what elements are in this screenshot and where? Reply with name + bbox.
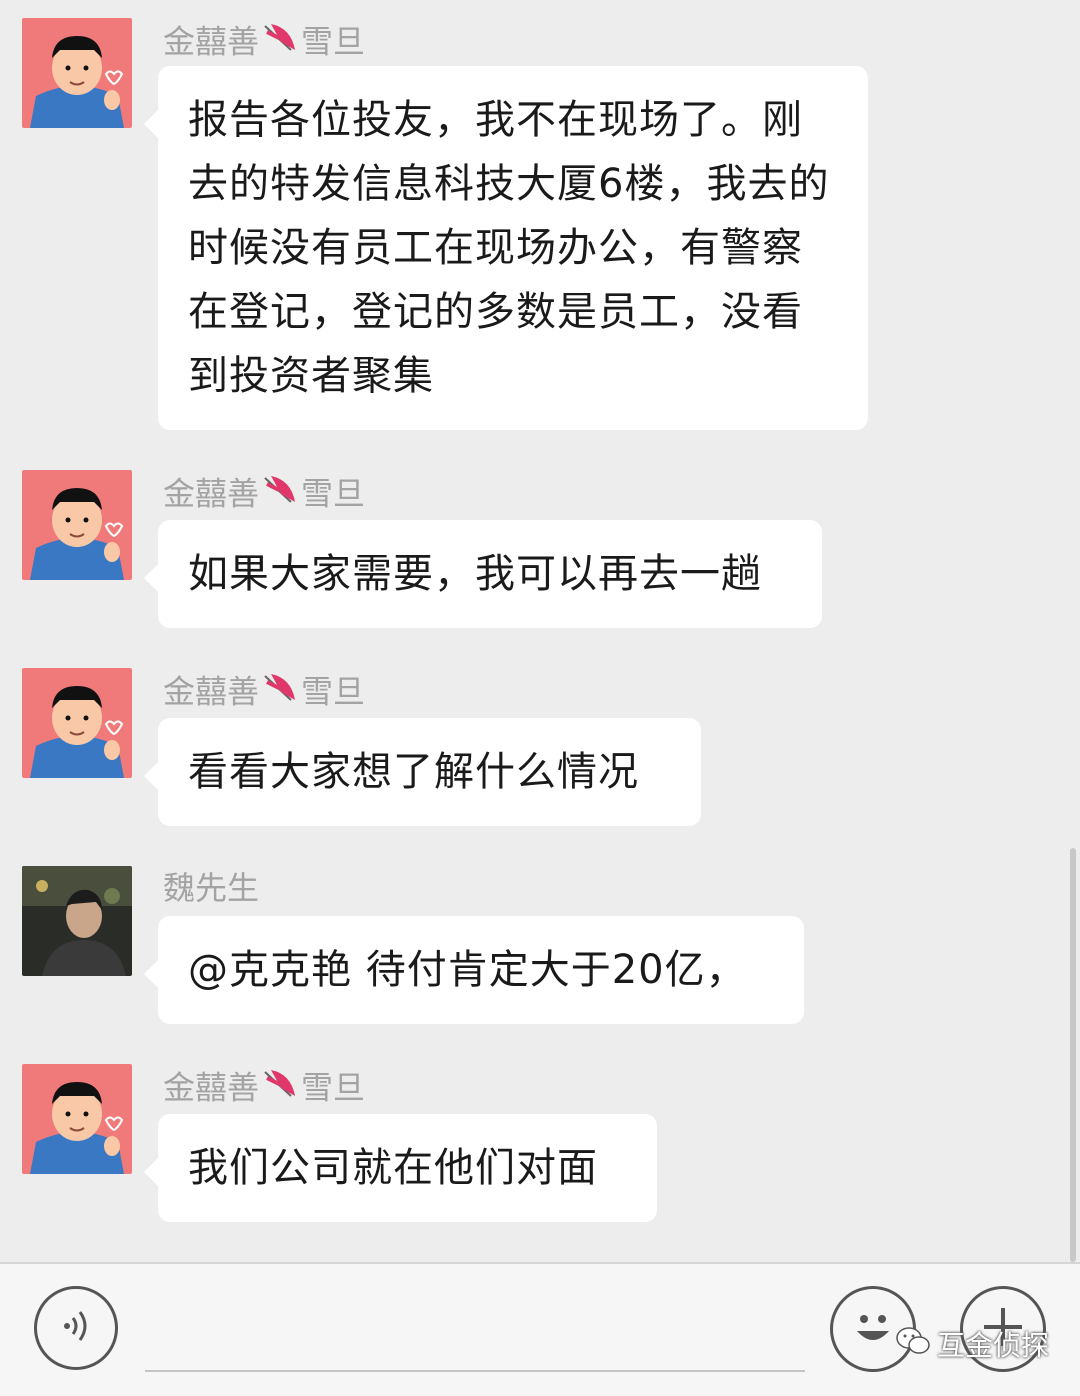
emoji-icon (843, 1297, 903, 1361)
message-text: 报告各位投友，我不在现场了。刚去的特发信息科技大厦6楼，我去的时候没有员工在现场… (188, 97, 830, 399)
sender-name: 金囍善 雪旦 (163, 20, 365, 67)
message-bubble[interactable]: 我们公司就在他们对面 (144, 1114, 657, 1222)
message-bubble[interactable]: 报告各位投友，我不在现场了。刚去的特发信息科技大厦6楼，我去的时候没有员工在现场… (144, 66, 868, 430)
message-input[interactable] (145, 1370, 805, 1372)
wechat-logo-icon (895, 1326, 931, 1363)
chat-area: 金囍善 雪旦 报告各位投友，我不在现场了。刚去的特发信息科技大厦6楼，我去的时候没… (0, 0, 1080, 1262)
scrollbar[interactable] (1070, 848, 1076, 1262)
sender-name-text: 魏先生 (163, 869, 260, 907)
message-text: @克克艳 待付肯定大于20亿， (188, 947, 747, 993)
sender-name: 金囍善 雪旦 (163, 670, 365, 717)
umbrella-icon (261, 670, 299, 717)
watermark: 互金侦探 (895, 1324, 1049, 1364)
sender-name-suffix: 雪旦 (301, 1068, 366, 1107)
message-bubble[interactable]: @克克艳 待付肯定大于20亿， (144, 916, 804, 1024)
input-bar: 互金侦探 (0, 1262, 1080, 1396)
sender-name-text: 金囍善 (163, 474, 260, 513)
sender-name-text: 金囍善 (163, 672, 260, 711)
sender-name-text: 金囍善 (163, 1068, 260, 1107)
message-text: 看看大家想了解什么情况 (188, 749, 639, 795)
voice-button[interactable] (34, 1286, 118, 1370)
umbrella-icon (261, 20, 299, 67)
sender-avatar[interactable] (22, 470, 132, 580)
sender-avatar[interactable] (22, 18, 132, 128)
watermark-text: 互金侦探 (937, 1329, 1050, 1362)
sender-name-text: 金囍善 (163, 22, 260, 61)
umbrella-icon (261, 1066, 299, 1113)
sender-avatar[interactable] (22, 866, 132, 976)
message-bubble[interactable]: 看看大家想了解什么情况 (144, 718, 701, 826)
umbrella-icon (261, 472, 299, 519)
sender-name: 魏先生 (163, 868, 259, 908)
sender-avatar[interactable] (22, 1064, 132, 1174)
sender-name-suffix: 雪旦 (301, 672, 366, 711)
sender-name-suffix: 雪旦 (301, 22, 366, 61)
voice-icon (56, 1306, 96, 1350)
message-text: 如果大家需要，我可以再去一趟 (188, 551, 762, 597)
sender-avatar[interactable] (22, 668, 132, 778)
sender-name: 金囍善 雪旦 (163, 1066, 365, 1113)
message-text: 我们公司就在他们对面 (188, 1145, 598, 1191)
sender-name: 金囍善 雪旦 (163, 472, 365, 519)
message-bubble[interactable]: 如果大家需要，我可以再去一趟 (144, 520, 822, 628)
sender-name-suffix: 雪旦 (301, 474, 366, 513)
